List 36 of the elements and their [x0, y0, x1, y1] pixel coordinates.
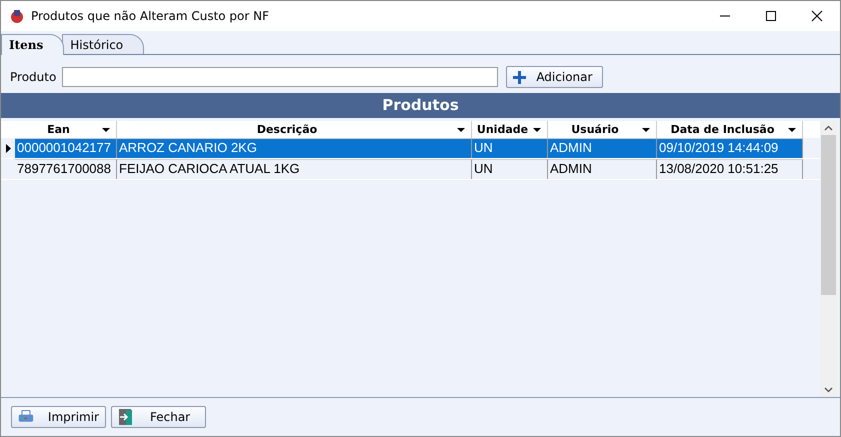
table-cell: 13/08/2020 10:51:25 — [657, 159, 803, 179]
dropdown-caret-icon[interactable] — [457, 128, 465, 132]
maximize-icon[interactable] — [765, 10, 777, 22]
printer-icon — [18, 409, 34, 425]
add-button[interactable]: Adicionar — [506, 66, 604, 88]
dropdown-caret-icon[interactable] — [642, 128, 650, 132]
scrollbar-thumb[interactable] — [821, 135, 836, 295]
app-icon — [9, 8, 25, 24]
table-row[interactable]: 7897761700088 FEIJAO CARIOCA ATUAL 1KG UN ADMIN 13/08/2020 10:51:25 — [1, 159, 820, 180]
tab[interactable]: Itens — [1, 34, 64, 55]
table-cell: 09/10/2019 14:44:09 — [657, 138, 803, 158]
table-cell: UN — [472, 159, 548, 179]
field-label: Produto — [10, 70, 56, 84]
close-button[interactable]: Fechar — [111, 406, 206, 428]
table-cell: 0000001042177 — [15, 138, 117, 158]
product-input-field[interactable] — [62, 67, 498, 87]
table-cell: UN — [472, 138, 548, 158]
row-pointer-icon — [6, 144, 10, 152]
scroll-down-icon[interactable] — [824, 387, 833, 393]
vertical-scrollbar[interactable] — [820, 121, 837, 397]
print-button[interactable]: Imprimir — [11, 406, 106, 428]
dropdown-caret-icon[interactable] — [102, 128, 110, 132]
close-icon[interactable] — [811, 10, 823, 22]
table-cell: 7897761700088 — [15, 159, 117, 179]
window-title: Produtos que não Alteram Custo por NF — [31, 9, 270, 23]
table-row[interactable]: 0000001042177 ARROZ CANARIO 2KG UN ADMIN 09/10/2019 14:44:09 — [1, 138, 820, 159]
table-cell: ARROZ CANARIO 2KG — [117, 138, 472, 158]
table-cell: FEIJAO CARIOCA ATUAL 1KG — [117, 159, 472, 179]
table-cell: ADMIN — [548, 138, 657, 158]
tab[interactable]: Histórico — [62, 34, 144, 54]
plus-icon — [513, 70, 526, 84]
panel-header: Produtos — [1, 93, 840, 118]
scroll-up-icon[interactable] — [824, 125, 833, 131]
table-cell: ADMIN — [548, 159, 657, 179]
dropdown-caret-icon[interactable] — [533, 128, 541, 132]
dropdown-caret-icon[interactable] — [788, 128, 796, 132]
